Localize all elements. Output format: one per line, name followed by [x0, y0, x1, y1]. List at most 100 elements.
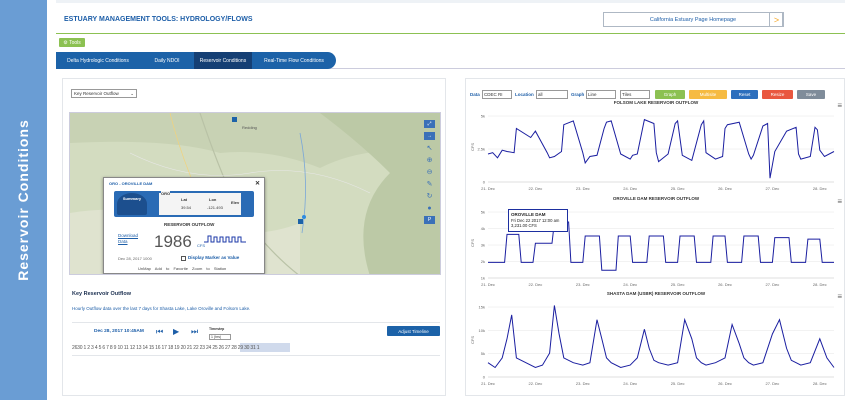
x-tick-label: 22. Dec: [528, 381, 542, 386]
tab-delta-hydrologic[interactable]: Delta Hydrologic Conditions: [56, 52, 140, 69]
chevron-down-icon: ⌄: [130, 91, 134, 96]
display-marker-checkbox[interactable]: [181, 256, 186, 261]
play-icon[interactable]: ▶: [173, 327, 179, 336]
x-tick-label: 27. Dec: [765, 282, 779, 287]
folsom-chart-svg: 0 2.5k 5k CFS 21. Dec 22. Dec 23. Dec 24. Dec 25…: [470, 114, 835, 191]
x-tick-label: 21. Dec: [481, 186, 495, 191]
x-tick-label: 25. Dec: [671, 186, 685, 191]
chart-folsom: FOLSOM LAKE RESERVOIR OUTFLOW ≡ 0 2.5k 5k C…: [466, 100, 846, 195]
homepage-button[interactable]: California Estuary Page Homepage: [603, 12, 783, 27]
y-tick-label: 2.5k: [477, 147, 485, 152]
lon-label: Lon: [209, 197, 217, 202]
data-label: Data: [470, 92, 480, 97]
unmap-link[interactable]: UnMap: [138, 266, 151, 271]
close-icon[interactable]: ✕: [255, 180, 260, 187]
zoom-station-link[interactable]: Zoom to Station: [192, 266, 226, 271]
parking-icon[interactable]: P: [424, 216, 435, 224]
chart-shasta: SHASTA DAM (USBR) RESERVOIR OUTFLOW ≡ 05…: [466, 291, 846, 391]
station-code: ORO: [161, 191, 171, 196]
y-tick-label: 10k: [479, 328, 485, 333]
x-tick-label: 23. Dec: [576, 282, 590, 287]
pointer-icon[interactable]: ↖: [424, 144, 435, 152]
reset-button[interactable]: Reset: [731, 90, 758, 99]
y-tick-label: 0: [483, 375, 486, 380]
popup-links: UnMap Add to Favorite Zoom to Station: [138, 266, 226, 271]
station-info: ORO Lat Lon Elev 39.54 -121.493: [159, 191, 241, 215]
header: ESTUARY MANAGEMENT TOOLS: HYDROLOGY/FLOW…: [56, 0, 845, 34]
popup-date: Dec 28, 2017 1000: [118, 256, 152, 261]
lat-value: 39.54: [181, 205, 192, 210]
step-back-icon[interactable]: ⏮: [156, 327, 163, 337]
x-tick-label: 24. Dec: [623, 381, 637, 386]
tab-bar: Delta Hydrologic Conditions Daily NDOI R…: [56, 52, 845, 69]
x-tick-label: 26. Dec: [718, 186, 732, 191]
x-tick-label: 22. Dec: [528, 282, 542, 287]
lon-value: -121.493: [207, 205, 223, 210]
y-tick-label: 4k: [481, 226, 485, 231]
tooltip-value: 3,231.00 CFS: [511, 223, 537, 228]
download-data-link[interactable]: Download Data: [118, 233, 144, 245]
y-tick-label: 5k: [481, 351, 485, 356]
step-forward-icon[interactable]: ⏭: [191, 327, 198, 337]
add-favorite-link[interactable]: Add to Favorite: [155, 266, 188, 271]
reservoir-select[interactable]: Key Reservoir Outflow ⌄: [71, 89, 137, 98]
section-description: Hourly Outflow data over the last 7 days…: [72, 306, 251, 311]
y-tick-label: 3k: [481, 243, 485, 248]
x-tick-label: 27. Dec: [765, 186, 779, 191]
tab-daily-ndoi[interactable]: Daily NDOI: [140, 52, 194, 69]
timeline-date: Dec 28, 2017 10:45AM: [94, 329, 144, 334]
tools-button[interactable]: ⚙ Tools: [59, 38, 85, 47]
homepage-arrow-icon[interactable]: >: [769, 12, 784, 27]
tooltip-date: Fri Dec 22 2017 12:00 am: [511, 217, 560, 223]
fullscreen-icon[interactable]: ⤢: [424, 120, 435, 128]
adjust-timeline-button[interactable]: Adjust Timeline: [387, 326, 440, 336]
multisite-button[interactable]: Multisite: [689, 90, 727, 99]
graph-select[interactable]: Line: [586, 90, 616, 99]
outflow-value: 1986: [154, 232, 192, 251]
series-line[interactable]: [487, 305, 835, 369]
data-select[interactable]: CDEC RI: [482, 90, 512, 99]
tab-realtime-flow[interactable]: Real-Time Flow Conditions: [252, 52, 336, 69]
y-tick-label: 1k: [481, 276, 485, 281]
layers-icon[interactable]: ●: [424, 204, 435, 212]
arrow-icon[interactable]: →: [424, 132, 435, 140]
x-tick-label: 23. Dec: [576, 186, 590, 191]
summary-tab[interactable]: Summary: [117, 193, 147, 215]
location-select[interactable]: all: [536, 90, 568, 99]
sidebar: Reservoir Conditions: [0, 0, 47, 400]
save-button[interactable]: Save: [797, 90, 825, 99]
elev-label: Elev: [231, 200, 240, 205]
reservoir-select-value: Key Reservoir Outflow: [74, 91, 119, 96]
map-controls: ⤢ → ↖ ⊕ ⊖ ✎ ↻ ● P: [424, 120, 436, 228]
section-title: Key Reservoir Outflow: [72, 291, 131, 297]
x-tick-label: 21. Dec: [481, 282, 495, 287]
station-popup: ORO - OROVILLE DAM ✕ Summary ORO Lat Lon…: [103, 177, 265, 274]
y-tick-label: 5k: [481, 114, 485, 119]
sidebar-title: Reservoir Conditions: [15, 119, 31, 281]
timeline: Dec 28, 2017 10:45AM ⏮ ▶ ⏭ Timestep 1 (h…: [72, 322, 440, 356]
pencil-icon[interactable]: ✎: [424, 180, 435, 188]
tab-reservoir-conditions[interactable]: Reservoir Conditions: [194, 52, 252, 69]
reservoir-outflow-label: RESERVOIR OUTFLOW: [164, 222, 215, 227]
tools-label: Tools: [69, 39, 81, 46]
location-label: Location: [515, 92, 534, 97]
tiles-select[interactable]: Tiles: [620, 90, 650, 99]
chart-oroville: OROVILLE DAM RESERVOIR OUTFLOW ≡ 1k 2k 3k 4…: [466, 196, 846, 291]
y-tick-label: 5k: [481, 210, 485, 215]
zoom-out-icon[interactable]: ⊖: [424, 168, 435, 176]
x-tick-label: 25. Dec: [671, 381, 685, 386]
reset-icon[interactable]: ↻: [424, 192, 435, 200]
y-axis-label: CFS: [470, 143, 475, 151]
chart-controls: Data CDEC RI Location all Graph Line Til…: [470, 90, 842, 100]
tooltip-title: OROVILLE DAM: [511, 212, 546, 217]
timestep-select[interactable]: 1 (hrs): [209, 334, 231, 340]
chart-tooltip: OROVILLE DAM Fri Dec 22 2017 12:00 am 3,…: [508, 209, 568, 232]
map[interactable]: Redding ⤢ → ↖ ⊕ ⊖ ✎ ↻ ● P ORO - OROVILLE…: [69, 112, 441, 275]
timestep-label: Timestep: [209, 327, 225, 331]
graph-button[interactable]: Graph: [655, 90, 685, 99]
x-tick-label: 24. Dec: [623, 186, 637, 191]
right-panel: Data CDEC RI Location all Graph Line Til…: [465, 78, 845, 396]
zoom-in-icon[interactable]: ⊕: [424, 156, 435, 164]
resize-button[interactable]: Resize: [762, 90, 793, 99]
x-tick-label: 28. Dec: [813, 186, 827, 191]
